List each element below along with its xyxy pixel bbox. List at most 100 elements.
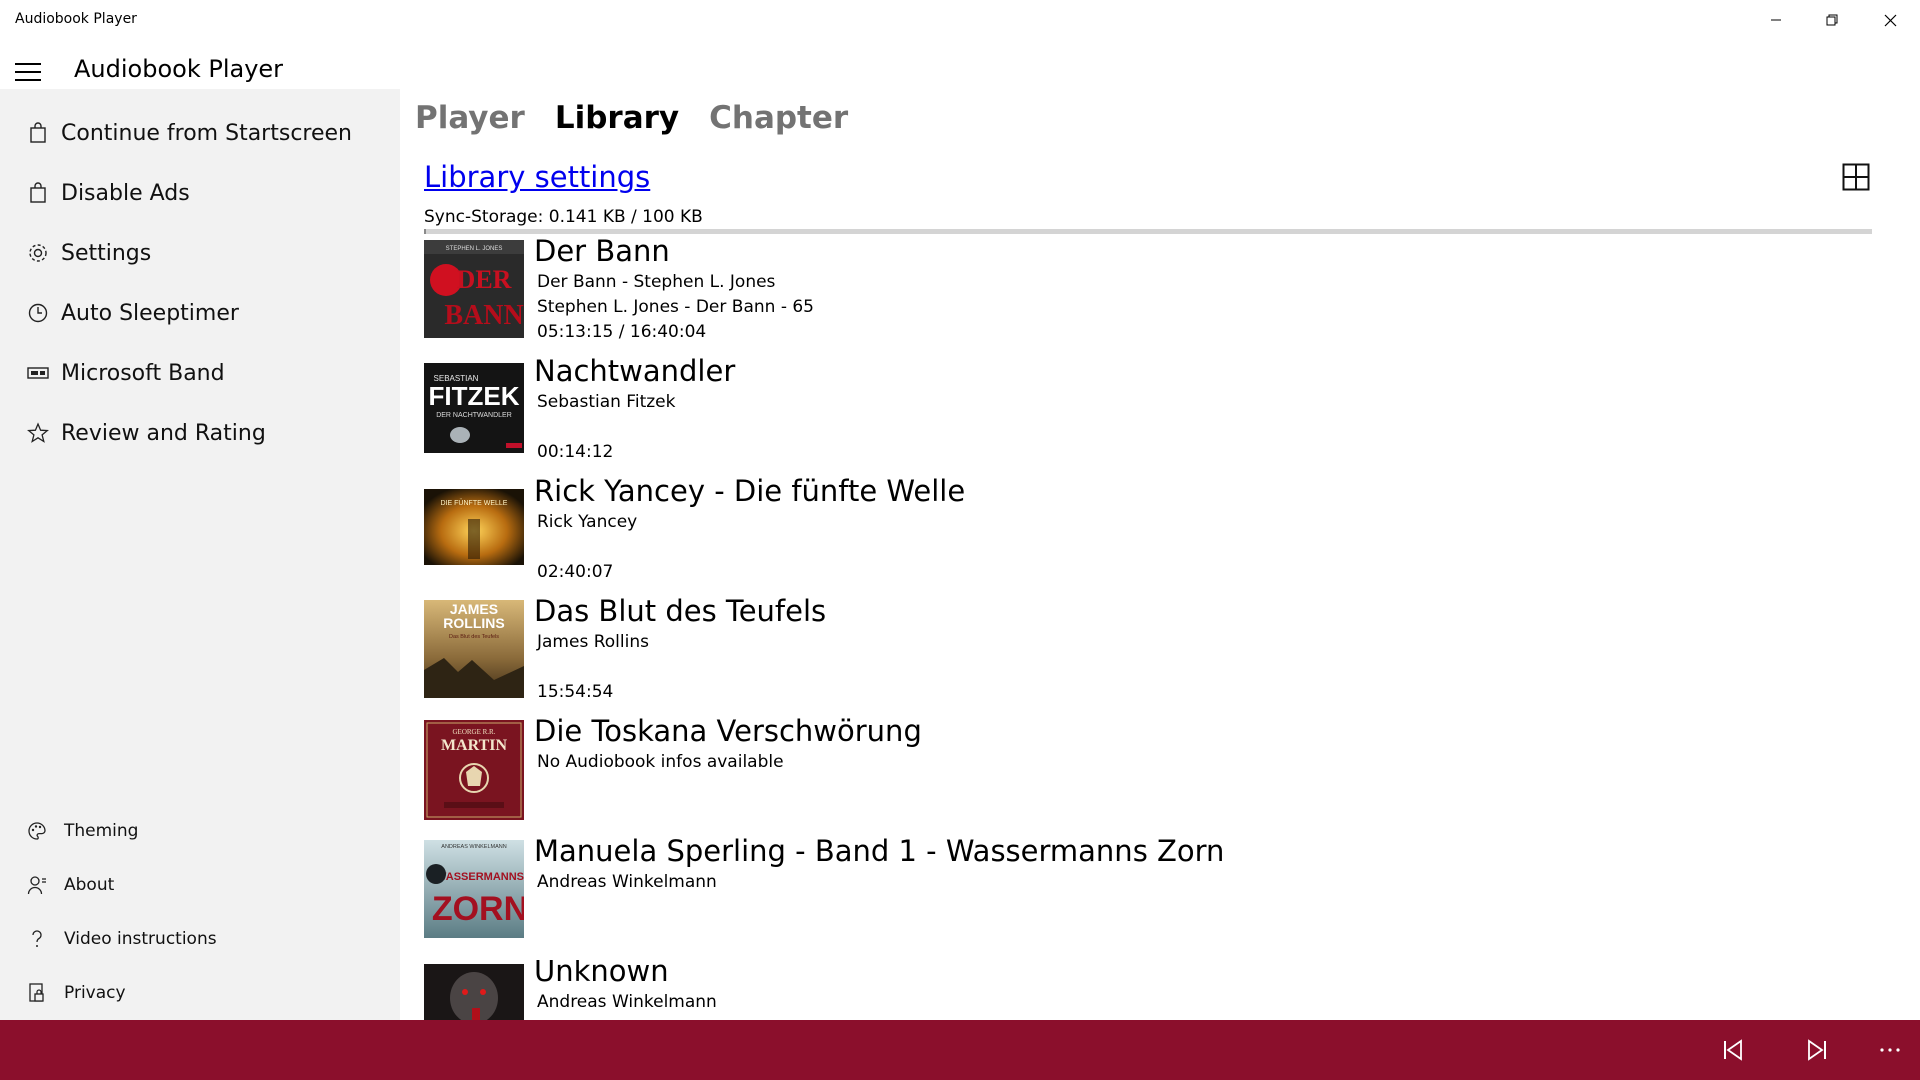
sidebar-item-privacy[interactable]: Privacy [0,969,400,1017]
list-item-rick-yancey-die-fuenfte-welle[interactable]: DIE FÜNFTE WELLE Rick Yancey - Die fünft… [424,474,1884,600]
store-bag-icon [26,181,50,205]
next-button[interactable] [1799,1034,1835,1066]
list-item-der-bann[interactable]: STEPHEN L. JONES DER BANN Der Bann Der B… [424,234,1884,360]
list-item-wassermanns-zorn[interactable]: ANDREAS WINKELMANN WASSERMANNS ZORN Manu… [424,834,1884,960]
store-bag-icon [26,121,50,145]
book-subtitle: No Audiobook infos available [537,752,784,772]
gear-icon [26,241,50,265]
sidebar-item-continue-from-startscreen[interactable]: Continue from Startscreen [0,109,400,157]
book-title: Nachtwandler [534,354,736,388]
tab-library[interactable]: Library [555,100,679,144]
sidebar-item-label: Microsoft Band [61,360,225,386]
book-subtitle: Andreas Winkelmann [537,992,717,1012]
person-icon [25,873,49,897]
list-item-die-toskana-verschwoerung[interactable]: GEORGE R.R. MARTIN Die Toskana Verschwör… [424,714,1884,840]
pivot-tabs: Player Library Chapter [415,100,848,144]
book-title: Unknown [534,960,669,988]
book-title: Das Blut des Teufels [534,594,827,628]
svg-text:WASSERMANNS: WASSERMANNS [436,871,524,883]
previous-button[interactable] [1715,1034,1751,1066]
grid-view-icon [1842,163,1870,191]
book-progress-time: 02:40:07 [537,562,614,582]
sidebar-item-video-instructions[interactable]: Video instructions [0,915,400,963]
question-icon [25,927,49,951]
sync-storage-progress-fill [424,229,427,234]
title-bar: Audiobook Player [0,0,1920,40]
book-cover-image: JAMES ROLLINS Das Blut des Teufels [424,600,524,698]
app-header-title: Audiobook Player [74,55,284,83]
book-cover-image: GEORGE R.R. MARTIN [424,720,524,820]
svg-text:DER: DER [457,265,512,294]
sidebar-item-label: Theming [64,821,139,841]
book-cover-image: STEPHEN L. JONES DER BANN [424,240,524,338]
sidebar-item-auto-sleeptimer[interactable]: Auto Sleeptimer [0,289,400,337]
cover-text: DIE FÜNFTE WELLE [441,499,508,507]
book-cover-image: DIE FÜNFTE WELLE [424,489,524,565]
hamburger-menu-button[interactable] [12,56,44,88]
book-progress-time: 15:54:54 [537,682,614,702]
cover-text: ROLLINS [443,615,504,631]
book-subtitle: Der Bann - Stephen L. Jones [537,272,776,292]
band-icon [26,361,50,385]
hamburger-icon-line [15,79,41,81]
sidebar-item-label: Privacy [64,983,126,1003]
clock-icon [26,301,50,325]
sidebar-item-settings[interactable]: Settings [0,229,400,277]
sidebar-item-review-and-rating[interactable]: Review and Rating [0,409,400,457]
sidebar-item-disable-ads[interactable]: Disable Ads [0,169,400,217]
bottom-command-bar [0,1020,1920,1080]
window-title: Audiobook Player [15,11,137,27]
next-icon [1808,1039,1826,1061]
sidebar-item-theming[interactable]: Theming [0,807,400,855]
sidebar-item-label: Settings [61,240,152,266]
list-item-nachtwandler[interactable]: SEBASTIAN FITZEK DER NACHTWANDLER Nachtw… [424,354,1884,480]
list-item-das-blut-des-teufels[interactable]: JAMES ROLLINS Das Blut des Teufels Das B… [424,594,1884,720]
cover-text: MARTIN [441,737,508,754]
book-subtitle: Rick Yancey [537,512,638,532]
more-icon [1880,1048,1900,1052]
previous-icon [1724,1039,1742,1061]
lock-document-icon [25,981,49,1005]
star-icon [26,421,50,445]
tab-player[interactable]: Player [415,100,525,144]
close-icon [1884,14,1896,26]
book-title: Der Bann [534,234,670,268]
svg-text:BANN: BANN [444,300,523,331]
sidebar-item-microsoft-band[interactable]: Microsoft Band [0,349,400,397]
cover-text: Das Blut des Teufels [449,634,499,640]
hamburger-icon-line [15,71,41,73]
book-subtitle: Andreas Winkelmann [537,872,717,892]
list-item-unknown[interactable]: Unknown Andreas Winkelmann [424,960,1884,1020]
sidebar-item-label: About [64,875,115,895]
sidebar-item-label: Video instructions [64,929,217,949]
cover-text: FITZEK [429,381,520,411]
cover-text: DER NACHTWANDLER [436,412,512,419]
sidebar-item-label: Auto Sleeptimer [61,300,239,326]
sidebar-item-label: Disable Ads [61,180,190,206]
sidebar-item-label: Continue from Startscreen [61,120,352,146]
sidebar-item-about[interactable]: About [0,861,400,909]
book-title: Die Toskana Verschwörung [534,714,922,748]
book-progress-time: 05:13:15 / 16:40:04 [537,322,707,342]
cover-text: ANDREAS WINKELMANN [441,844,506,850]
palette-icon [25,819,49,843]
minimize-icon [1771,19,1781,21]
sync-storage-label: Sync-Storage: 0.141 KB / 100 KB [424,207,703,227]
more-options-button[interactable] [1872,1034,1908,1066]
book-subtitle: James Rollins [537,632,649,652]
close-button[interactable] [1848,0,1920,40]
book-subtitle: Sebastian Fitzek [537,392,676,412]
cover-text: STEPHEN L. JONES [446,246,503,252]
library-settings-link[interactable]: Library settings [424,160,650,194]
tab-chapter[interactable]: Chapter [709,100,848,144]
sidebar: Continue from Startscreen Disable Ads Se… [0,89,400,1020]
book-progress-time: 00:14:12 [537,442,614,462]
grid-view-toggle-button[interactable] [1842,163,1870,191]
svg-text:ZORN: ZORN [432,890,524,928]
book-cover-image: ANDREAS WINKELMANN WASSERMANNS ZORN [424,840,524,938]
restore-icon [1826,14,1838,26]
hamburger-icon [15,63,41,65]
cover-text: GEORGE R.R. [453,728,496,736]
book-cover-image: SEBASTIAN FITZEK DER NACHTWANDLER [424,363,524,453]
book-track-info: Stephen L. Jones - Der Bann - 65 [537,297,814,317]
